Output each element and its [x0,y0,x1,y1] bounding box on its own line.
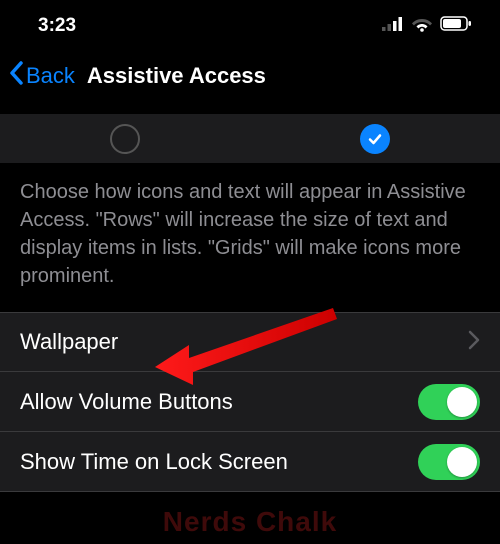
page-title: Assistive Access [87,63,266,89]
radio-selected-icon [360,124,390,154]
back-label: Back [26,63,75,89]
row-lock-time[interactable]: Show Time on Lock Screen [0,432,500,492]
layout-option-rows[interactable] [0,124,250,154]
wifi-icon [411,16,433,37]
toggle-locktime[interactable] [418,444,480,480]
row-volume-buttons[interactable]: Allow Volume Buttons [0,372,500,432]
toggle-knob-icon [447,387,477,417]
toggle-volume[interactable] [418,384,480,420]
row-volume-label: Allow Volume Buttons [20,389,233,415]
row-wallpaper[interactable]: Wallpaper [0,312,500,372]
description-block: Choose how icons and text will appear in… [0,164,500,312]
status-icons [382,16,472,37]
row-wallpaper-label: Wallpaper [20,329,118,355]
description-text: Choose how icons and text will appear in… [20,178,480,290]
layout-option-grids[interactable] [250,124,500,154]
toggle-knob-icon [447,447,477,477]
cellular-icon [382,17,404,36]
chevron-left-icon [8,61,24,91]
back-button[interactable]: Back [8,61,75,91]
layout-option-row [0,114,500,164]
battery-icon [440,16,472,36]
nav-bar: Back Assistive Access [0,52,500,100]
row-locktime-label: Show Time on Lock Screen [20,449,288,475]
settings-list: Wallpaper Allow Volume Buttons Show Time… [0,312,500,492]
status-bar: 3:23 [0,0,500,52]
chevron-right-icon [468,330,480,355]
status-time: 3:23 [38,15,76,37]
radio-unselected-icon [110,124,140,154]
watermark: Nerds Chalk [163,506,337,538]
